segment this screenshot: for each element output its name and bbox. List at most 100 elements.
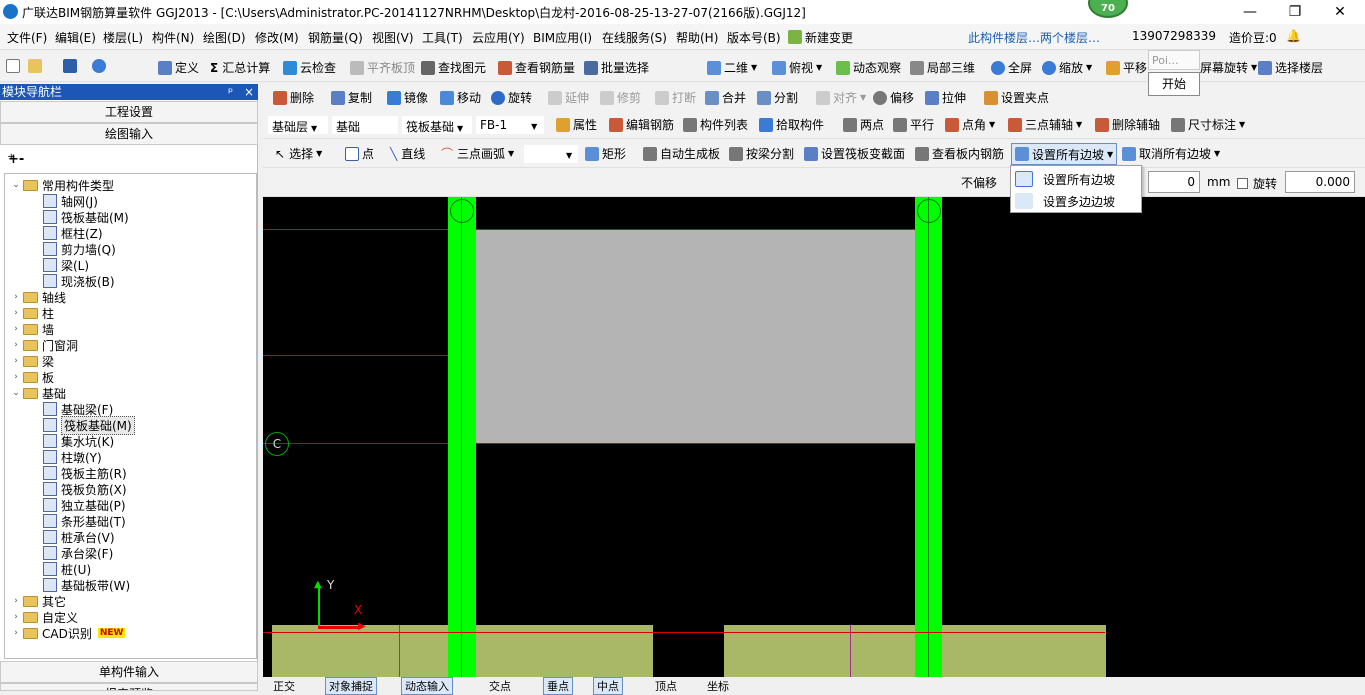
local-3d-button[interactable]: 局部三维 [910,59,975,76]
rectangle-button[interactable]: 矩形 [585,145,626,162]
open-file-icon[interactable] [28,59,45,73]
collapse-toggle-icon[interactable]: ⌄ [11,180,21,190]
expand-toggle-icon[interactable]: › [11,628,21,638]
menu-edit[interactable]: 编辑(E) [55,29,96,46]
stretch-button[interactable]: 拉伸 [925,89,966,106]
collapse-toggle-icon[interactable]: ⌄ [11,388,21,398]
tree-item[interactable]: 集水坑(K) [43,433,114,449]
batch-select-button[interactable]: 批量选择 [584,59,649,76]
save-icon[interactable] [63,59,80,73]
no-offset-label[interactable]: 不偏移 [961,174,997,191]
set-grip-button[interactable]: 设置夹点 [984,89,1049,106]
tree-item[interactable]: 筏板基础(M) [43,209,129,225]
set-all-slopes-button[interactable]: 设置所有边坡 ▼ [1011,143,1118,165]
point-angle-button[interactable]: 点角 ▼ [945,116,995,133]
delete-axis-button[interactable]: 删除辅轴 [1095,116,1160,133]
align-top-button[interactable]: 平齐板顶 [350,59,415,76]
zoom-button[interactable]: 缩放 ▼ [1042,59,1092,76]
split-by-beam-button[interactable]: 按梁分割 [729,145,794,162]
menu-bim[interactable]: BIM应用(I) [533,29,592,46]
rotate-checkbox[interactable]: 旋转 [1237,175,1277,192]
menu-component[interactable]: 构件(N) [152,29,194,46]
three-point-axis-button[interactable]: 三点辅轴 ▼ [1008,116,1082,133]
select-floor-button[interactable]: 选择楼层 [1258,59,1323,76]
three-point-arc-button[interactable]: ⌒ 三点画弧 ▼ [441,145,514,162]
tree-folder[interactable]: ⌄ 基础 [11,385,66,401]
screen-rotate-button[interactable]: 屏幕旋转 ▼ [1200,59,1257,76]
menu-new-change[interactable]: 新建变更 [788,29,853,46]
view-rebar-button[interactable]: 查看钢筋量 [498,59,575,76]
floor-select[interactable]: 基础层 ▼ [267,115,329,135]
tree-folder[interactable]: › 门窗洞 [11,337,78,353]
edit-rebar-button[interactable]: 编辑钢筋 [609,116,674,133]
close-button[interactable]: ✕ [1325,2,1355,22]
set-multi-slopes-option[interactable]: 设置多边边坡 [1015,191,1139,211]
tree-item[interactable]: 柱墩(Y) [43,449,102,465]
intersection-snap[interactable]: 交点 [489,678,511,694]
pin-icon[interactable]: ᵖ [228,84,233,100]
auto-generate-slab-button[interactable]: 自动生成板 [643,145,720,162]
tree-item[interactable]: 承台梁(F) [43,545,113,561]
mirror-button[interactable]: 镜像 [387,89,428,106]
vertex-snap[interactable]: 顶点 [655,678,677,694]
type-select[interactable]: 筏板基础 ▼ [401,115,473,135]
category-select[interactable]: 基础 [331,115,399,135]
expand-toggle-icon[interactable]: › [11,292,21,302]
panel-close-icon[interactable]: × [244,84,254,100]
ortho-toggle[interactable]: 正交 [273,678,295,694]
component-select[interactable]: FB-1 ▼ [475,115,545,135]
arc-option-select[interactable]: ▼ [523,144,579,164]
bell-icon[interactable]: 🔔 [1286,29,1301,43]
dimension-button[interactable]: 尺寸标注 ▼ [1171,116,1245,133]
tree-folder[interactable]: › 轴线 [11,289,66,305]
menu-draw[interactable]: 绘图(D) [203,29,246,46]
dynamic-input-toggle[interactable]: 动态输入 [401,677,453,695]
tree-folder[interactable]: › CAD识别 NEW [11,625,126,641]
parallel-axis-button[interactable]: 平行 [893,116,934,133]
properties-button[interactable]: 属性 [556,116,597,133]
trim-button[interactable]: 修剪 [600,89,641,106]
expand-toggle-icon[interactable]: › [11,612,21,622]
extend-button[interactable]: 延伸 [548,89,589,106]
summary-calc-button[interactable]: Σ 汇总计算 [210,59,270,76]
tree-folder[interactable]: › 其它 [11,593,66,609]
user-phone[interactable]: 13907298339 [1132,29,1216,43]
set-all-slopes-option[interactable]: 设置所有边坡 [1015,169,1139,189]
two-point-axis-button[interactable]: 两点 [843,116,884,133]
tree-item[interactable]: 剪力墙(Q) [43,241,116,257]
pick-component-button[interactable]: 拾取构件 [759,116,824,133]
menu-help[interactable]: 帮助(H) [676,29,718,46]
merge-button[interactable]: 合并 [705,89,746,106]
tree-item[interactable]: 独立基础(P) [43,497,126,513]
notice-link[interactable]: 此构件楼层…两个楼层… [968,29,1100,46]
report-preview-button[interactable]: 报表预览 [0,683,258,691]
tree-folder[interactable]: › 柱 [11,305,54,321]
tree-folder[interactable]: ⌄ 常用构件类型 [11,177,114,193]
tree-item[interactable]: 桩承台(V) [43,529,115,545]
tree-item[interactable]: 基础板带(W) [43,577,130,593]
expand-toggle-icon[interactable]: › [11,308,21,318]
select-button[interactable]: ↖ 选择 ▼ [275,145,322,162]
midpoint-snap[interactable]: 中点 [593,677,623,695]
new-file-icon[interactable] [6,59,23,73]
find-element-button[interactable]: 查找图元 [421,59,486,76]
cancel-all-slopes-button[interactable]: 取消所有边坡 ▼ [1122,145,1220,162]
tree-item[interactable]: 筏板基础(M) [43,415,135,435]
view-2d-button[interactable]: 二维 ▼ [707,59,757,76]
rotate-button[interactable]: 旋转 [491,89,532,106]
copy-button[interactable]: 复制 [331,89,372,106]
tree-item[interactable]: 框柱(Z) [43,225,103,241]
minimize-button[interactable]: — [1235,2,1265,22]
split-button[interactable]: 分割 [757,89,798,106]
score-badge[interactable]: 70 [1088,0,1128,18]
point-button[interactable]: 点 [345,145,374,162]
coordinate-snap[interactable]: 坐标 [707,678,729,694]
offset-value-input[interactable]: 0 [1148,171,1200,193]
define-button[interactable]: 定义 [158,59,199,76]
menu-online[interactable]: 在线服务(S) [602,29,667,46]
green-column-left[interactable] [448,197,476,677]
single-component-input-button[interactable]: 单构件输入 [0,661,258,683]
rotate-value-input[interactable]: 0.000 [1285,171,1355,193]
menu-version[interactable]: 版本号(B) [727,29,781,46]
offset-button[interactable]: 偏移 [873,89,914,106]
